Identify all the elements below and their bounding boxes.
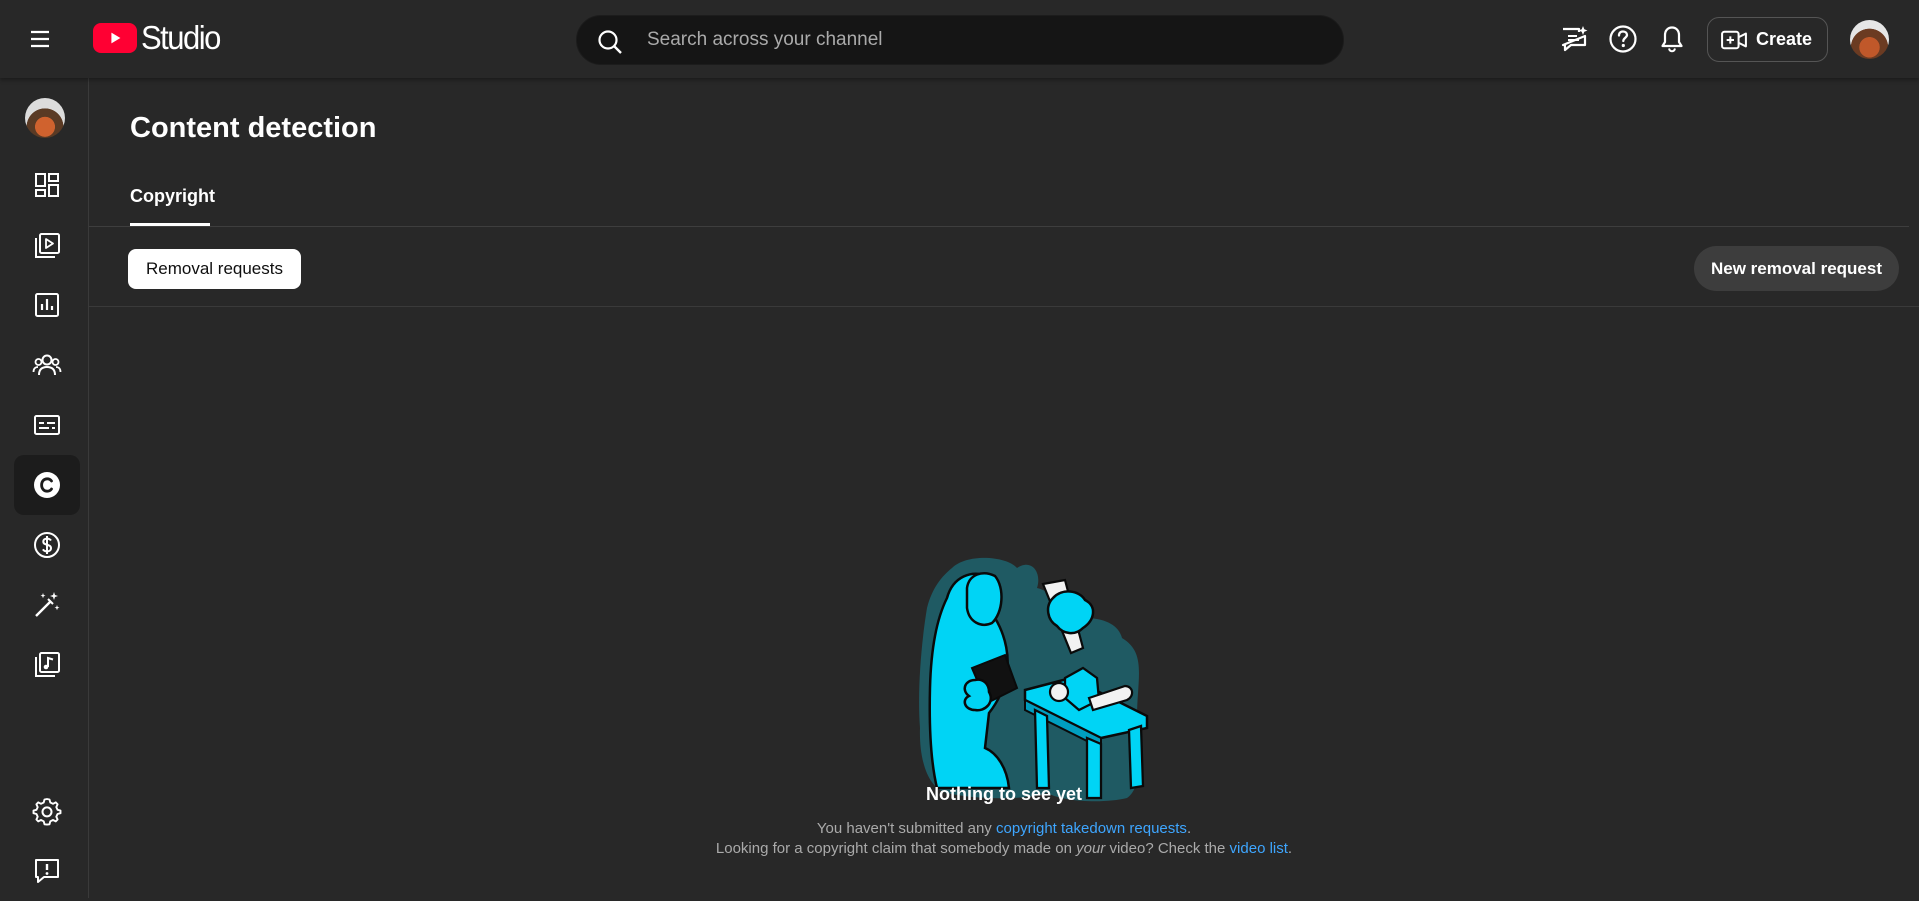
feedback-sparkle-icon[interactable] bbox=[1559, 24, 1589, 54]
video-list-link[interactable]: video list bbox=[1230, 840, 1288, 857]
removal-requests-chip[interactable]: Removal requests bbox=[128, 249, 301, 289]
magic-wand-icon bbox=[35, 592, 60, 617]
menu-icon[interactable] bbox=[28, 27, 52, 51]
empty-state-line-2-suffix: . bbox=[1287, 840, 1293, 857]
create-video-icon bbox=[1721, 30, 1747, 49]
empty-state-line-1-suffix: . bbox=[1186, 820, 1192, 837]
sidebar-item-audio-library[interactable] bbox=[14, 635, 80, 695]
youtube-logo-icon bbox=[93, 23, 137, 53]
audio-library-icon bbox=[35, 652, 60, 677]
copyright-icon bbox=[34, 472, 60, 498]
empty-state-line-2-middle: video? Check the bbox=[1105, 840, 1230, 857]
empty-state-line-1-prefix: You haven't submitted any bbox=[816, 820, 996, 837]
sidebar-item-copyright[interactable] bbox=[14, 455, 80, 515]
copyright-takedown-requests-link[interactable]: copyright takedown requests bbox=[996, 820, 1187, 837]
notifications-bell-icon[interactable] bbox=[1657, 24, 1687, 54]
sidebar-item-subtitles[interactable] bbox=[14, 395, 80, 455]
sidebar-item-earn[interactable] bbox=[14, 515, 80, 575]
page-title: Content detection bbox=[130, 112, 377, 144]
dashboard-icon bbox=[35, 173, 59, 197]
content-icon bbox=[35, 233, 60, 258]
toolbar-divider bbox=[89, 306, 1919, 307]
logo-text: Studio bbox=[141, 18, 221, 57]
sidebar-item-dashboard[interactable] bbox=[14, 155, 80, 215]
community-icon bbox=[32, 354, 62, 376]
empty-state-illustration bbox=[919, 557, 1149, 802]
channel-avatar[interactable] bbox=[25, 98, 65, 138]
help-icon[interactable] bbox=[1608, 24, 1638, 54]
feedback-icon bbox=[35, 859, 59, 883]
tab-copyright[interactable]: Copyright bbox=[130, 186, 215, 207]
analytics-icon bbox=[35, 293, 59, 317]
studio-logo[interactable]: Studio bbox=[93, 18, 221, 57]
sidebar-item-settings[interactable] bbox=[14, 781, 80, 841]
create-label: Create bbox=[1756, 29, 1813, 49]
search-bar[interactable] bbox=[576, 15, 1344, 65]
main-content: Content detection Copyright Removal requ… bbox=[89, 78, 1919, 898]
empty-state-line-2-emphasis: your bbox=[1076, 840, 1106, 857]
new-removal-request-button[interactable]: New removal request bbox=[1694, 246, 1899, 291]
sidebar-item-community[interactable] bbox=[14, 335, 80, 395]
search-input[interactable] bbox=[647, 16, 1327, 64]
empty-state-line-2: Looking for a copyright claim that someb… bbox=[89, 840, 1919, 857]
subtitles-icon bbox=[34, 415, 60, 435]
empty-state-line-2-prefix: Looking for a copyright claim that someb… bbox=[715, 840, 1077, 857]
sidebar-item-analytics[interactable] bbox=[14, 275, 80, 335]
sidebar-item-content[interactable] bbox=[14, 215, 80, 275]
create-button[interactable]: Create bbox=[1707, 17, 1828, 62]
dollar-icon bbox=[34, 532, 60, 558]
sidebar-item-send-feedback[interactable] bbox=[14, 841, 80, 901]
search-icon bbox=[598, 30, 622, 54]
sidebar-item-customization[interactable] bbox=[14, 575, 80, 635]
sidebar bbox=[0, 78, 89, 898]
empty-state-line-1: You haven't submitted any copyright take… bbox=[89, 820, 1919, 837]
account-avatar[interactable] bbox=[1850, 20, 1889, 59]
empty-state-title: Nothing to see yet bbox=[925, 784, 1082, 804]
tabs-divider bbox=[89, 226, 1909, 227]
top-bar: Studio Create bbox=[0, 0, 1919, 78]
gear-icon bbox=[32, 798, 62, 826]
